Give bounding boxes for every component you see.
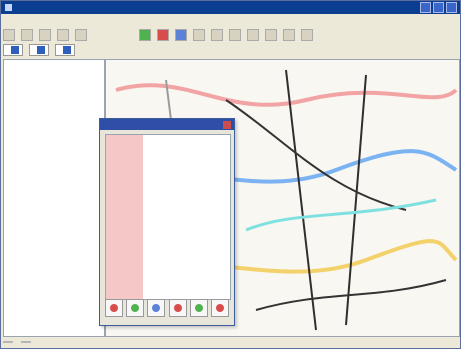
tool-button-red[interactable]	[157, 29, 169, 41]
combo-left[interactable]	[3, 44, 23, 56]
status-bar	[3, 337, 458, 347]
tool-button-blue[interactable]	[175, 29, 187, 41]
window-titlebar	[1, 1, 460, 14]
tool-button[interactable]	[57, 29, 69, 41]
stops-list[interactable]	[105, 134, 231, 300]
close-icon[interactable]	[223, 120, 231, 129]
action-button[interactable]	[210, 299, 229, 317]
window-controls	[420, 2, 457, 13]
action-button[interactable]	[147, 299, 166, 317]
tool-button[interactable]	[193, 29, 205, 41]
chevron-down-icon	[63, 46, 71, 54]
list-highlight-column	[106, 135, 143, 299]
combo-right[interactable]	[55, 44, 75, 56]
toolbar-secondary	[3, 44, 458, 56]
status-tab[interactable]	[21, 341, 31, 343]
tool-button[interactable]	[247, 29, 259, 41]
tool-button[interactable]	[229, 29, 241, 41]
tool-button[interactable]	[211, 29, 223, 41]
app-icon	[5, 4, 12, 11]
layer-tree-panel	[3, 59, 105, 337]
toolbar-main	[3, 29, 458, 41]
tool-button[interactable]	[283, 29, 295, 41]
chevron-down-icon	[11, 46, 19, 54]
maximize-button[interactable]	[433, 2, 444, 13]
tool-button[interactable]	[75, 29, 87, 41]
action-button[interactable]	[189, 299, 208, 317]
tool-button-green[interactable]	[139, 29, 151, 41]
chevron-down-icon	[37, 46, 45, 54]
dialog-titlebar	[100, 119, 234, 130]
close-button[interactable]	[446, 2, 457, 13]
action-button[interactable]	[105, 299, 123, 317]
status-tab[interactable]	[3, 341, 13, 343]
tool-button[interactable]	[301, 29, 313, 41]
stops-dialog	[99, 118, 235, 326]
action-button[interactable]	[126, 299, 145, 317]
minimize-button[interactable]	[420, 2, 431, 13]
tool-button[interactable]	[3, 29, 15, 41]
app-window	[0, 0, 461, 349]
dialog-actions	[105, 299, 229, 317]
action-button[interactable]	[168, 299, 187, 317]
tool-button[interactable]	[265, 29, 277, 41]
combo-middle[interactable]	[29, 44, 49, 56]
tool-button[interactable]	[39, 29, 51, 41]
menu-bar	[3, 16, 458, 26]
tool-button[interactable]	[21, 29, 33, 41]
